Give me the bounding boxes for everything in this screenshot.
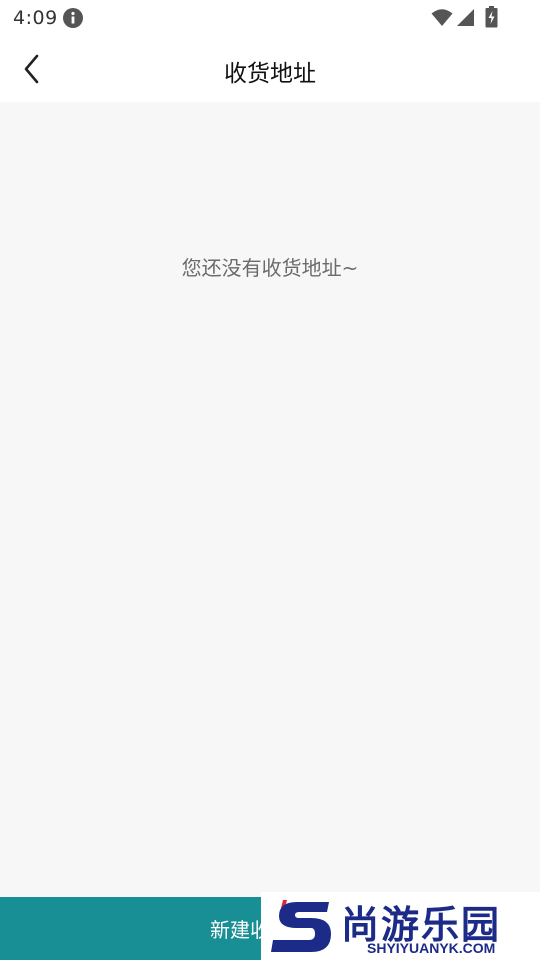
status-time: 4:09 [13,7,58,29]
app-bar: 收货地址 [0,36,540,102]
page-title: 收货地址 [224,61,316,87]
watermark-subtitle: SHYIYUANYK.COM [367,940,496,956]
screen: 4:09 收货地址 您还没有收货地址~ 新建收货地址 [0,0,540,960]
empty-state-message: 您还没有收货地址~ [181,256,359,280]
status-bar: 4:09 [0,0,540,36]
wifi-icon [431,9,453,26]
watermark-logo: 尚游乐园 SHYIYUANYK.COM [261,892,540,960]
battery-icon [485,6,498,28]
signal-icon [457,9,474,26]
info-icon [63,8,83,28]
address-list-area: 您还没有收货地址~ [0,102,540,897]
watermark-s-logo-icon [271,900,331,952]
